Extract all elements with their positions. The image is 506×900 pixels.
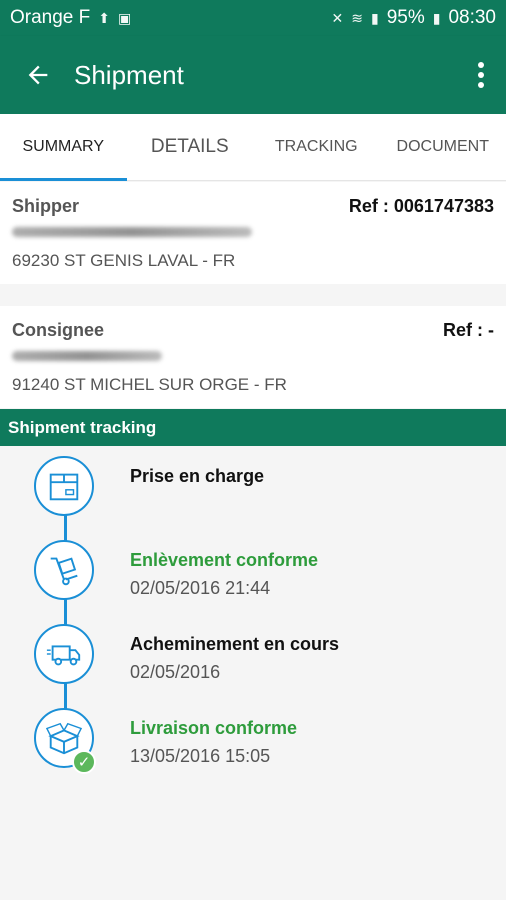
shipper-address: 69230 ST GENIS LAVAL - FR [12, 251, 236, 270]
overflow-dots-svg [478, 62, 484, 88]
hand-truck-icon [34, 540, 94, 600]
shipper-card: Shipper Ref : 0061747383 69230 ST GENIS … [0, 182, 506, 284]
step-date: 13/05/2016 15:05 [130, 746, 271, 766]
step-title: Acheminement en cours [130, 634, 340, 654]
consignee-ref: Ref : - [443, 320, 494, 340]
carrier-name: Orange F [10, 7, 91, 28]
consignee-label: Consignee [12, 320, 105, 340]
tab-tracking[interactable]: TRACKING [253, 114, 380, 180]
mute-icon: ✕ [331, 9, 344, 26]
redacted-bar [12, 227, 252, 237]
overflow-menu-icon[interactable] [456, 45, 506, 105]
back-arrow-icon[interactable] [8, 45, 68, 105]
tracking-timeline: Prise en charge Enlèvement conforme 02/0… [0, 446, 506, 900]
tab-document[interactable]: DOCUMENT [380, 114, 506, 180]
consignee-header: Consignee Ref : - [0, 306, 506, 341]
status-bar: Orange F ⬆ ▣ ✕ ≋ ▮ 95% ▮ 08:30 [0, 0, 506, 36]
delivery-truck-icon [34, 624, 94, 684]
back-arrow-svg [28, 65, 48, 85]
timeline-step: Enlèvement conforme 02/05/2016 21:44 [0, 530, 506, 614]
status-right: ✕ ≋ ▮ 95% ▮ 08:30 [332, 7, 496, 29]
box-icon [34, 456, 94, 516]
consignee-address: 91240 ST MICHEL SUR ORGE - FR [12, 375, 287, 394]
step-title: Prise en charge [130, 466, 265, 486]
image-icon: ▣ [118, 9, 132, 26]
page-title: Shipment [74, 59, 184, 90]
tab-summary[interactable]: SUMMARY [0, 114, 127, 181]
timeline-step: Prise en charge [0, 446, 506, 530]
signal-icon: ▮ [370, 9, 379, 26]
wifi-icon: ≋ [351, 9, 363, 26]
step-title: Livraison conforme [130, 718, 298, 738]
consignee-card: Consignee Ref : - 91240 ST MICHEL SUR OR… [0, 306, 506, 408]
step-title: Enlèvement conforme [130, 550, 319, 570]
tracking-section-header: Shipment tracking [0, 409, 506, 446]
check-icon: ✓ [72, 750, 96, 774]
box-svg [49, 473, 79, 501]
redacted-bar [12, 351, 162, 361]
battery-icon: ▮ [432, 9, 441, 26]
shipper-label: Shipper [12, 196, 80, 216]
app-bar: Shipment [0, 36, 506, 114]
tab-bar: SUMMARY DETAILS TRACKING DOCUMENT [0, 114, 506, 181]
truck-svg [46, 645, 81, 666]
consignee-name-redacted [0, 341, 506, 361]
tab-details[interactable]: DETAILS [127, 114, 254, 180]
timeline-step: ✓ Livraison conforme 13/05/2016 15:05 [0, 698, 506, 782]
step-date: 02/05/2016 21:44 [130, 578, 271, 598]
upload-icon: ⬆ [98, 9, 110, 26]
shipper-name-redacted [0, 217, 506, 237]
timeline-step: Acheminement en cours 02/05/2016 [0, 614, 506, 698]
step-date: 02/05/2016 [130, 662, 221, 682]
hand-truck-svg [50, 557, 78, 586]
status-left: Orange F ⬆ ▣ [10, 7, 131, 29]
shipper-ref: Ref : 0061747383 [348, 196, 494, 216]
clock: 08:30 [448, 7, 496, 28]
battery-level: 95% [386, 7, 425, 28]
shipper-header: Shipper Ref : 0061747383 [0, 182, 506, 217]
